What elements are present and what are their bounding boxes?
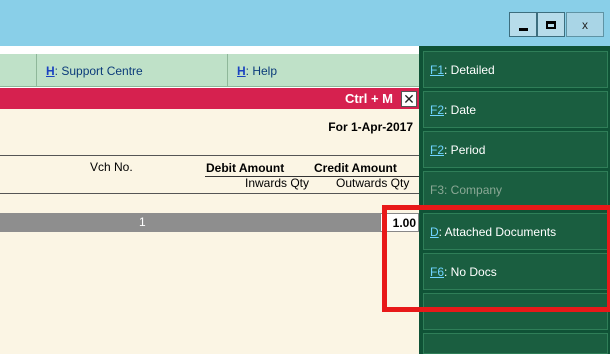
minimize-icon	[518, 27, 528, 31]
detailed-button[interactable]: F1: Detailed	[423, 51, 608, 88]
company-button: F3: Company	[423, 171, 608, 208]
help-menu-item[interactable]: H: Help	[227, 54, 419, 87]
no-docs-button[interactable]: F6: No Docs	[423, 253, 608, 290]
period-label: : Period	[444, 142, 486, 157]
side-button-panel: F1: Detailed F2: Date F2: Period F3: Com…	[419, 46, 610, 354]
date-label: : Date	[444, 102, 477, 117]
support-centre-menu-item[interactable]: H: Support Centre	[36, 54, 227, 87]
company-hotkey: F3	[430, 182, 445, 197]
report-period: For 1-Apr-2017	[328, 120, 413, 134]
close-window-button[interactable]: x	[566, 12, 604, 37]
table-row[interactable]: 1 1.00	[0, 213, 419, 232]
close-icon: x	[582, 17, 588, 32]
row-amount: 1.00	[380, 213, 419, 232]
inwards-qty-header: Inwards Qty	[245, 176, 310, 190]
attached-documents-button[interactable]: D: Attached Documents	[423, 213, 608, 250]
no-docs-label: : No Docs	[444, 264, 497, 279]
shortcut-label: Ctrl + M	[344, 91, 393, 106]
help-label: : Help	[245, 63, 278, 78]
report-header-bar: Ctrl + M ✕	[0, 88, 419, 109]
header-divider-bottom	[0, 193, 419, 194]
outwards-qty-header: Outwards Qty	[336, 176, 410, 190]
detailed-label: : Detailed	[444, 62, 495, 77]
help-hotkey: H	[237, 63, 246, 78]
credit-amount-header: Credit Amount	[314, 161, 397, 175]
top-menu-strip: H: Support Centre H: Help	[0, 54, 419, 87]
menu-spacer	[0, 54, 36, 87]
period-button[interactable]: F2: Period	[423, 131, 608, 168]
header-divider-top	[0, 155, 419, 156]
blank-side-button-2[interactable]	[423, 333, 608, 354]
maximize-icon	[546, 20, 556, 29]
attached-documents-hotkey: D	[430, 224, 439, 239]
maximize-button[interactable]	[537, 12, 565, 37]
blank-side-button-1[interactable]	[423, 293, 608, 330]
close-report-button[interactable]: ✕	[401, 91, 417, 107]
row-vch-no: 1	[139, 215, 146, 229]
title-bar: x	[0, 0, 610, 46]
support-hotkey: H	[46, 63, 55, 78]
detailed-hotkey: F1	[430, 62, 445, 77]
support-label: : Support Centre	[54, 63, 143, 78]
no-docs-hotkey: F6	[430, 264, 445, 279]
date-hotkey: F2	[430, 102, 445, 117]
company-label: : Company	[444, 182, 503, 197]
period-hotkey: F2	[430, 142, 445, 157]
debit-amount-header: Debit Amount	[206, 161, 285, 175]
date-button[interactable]: F2: Date	[423, 91, 608, 128]
vch-no-header: Vch No.	[90, 160, 133, 174]
close-report-icon: ✕	[403, 91, 415, 107]
minimize-button[interactable]	[509, 12, 537, 37]
report-content: For 1-Apr-2017 Vch No. Debit Amount Cred…	[0, 109, 419, 354]
attached-documents-label: : Attached Documents	[438, 224, 557, 239]
